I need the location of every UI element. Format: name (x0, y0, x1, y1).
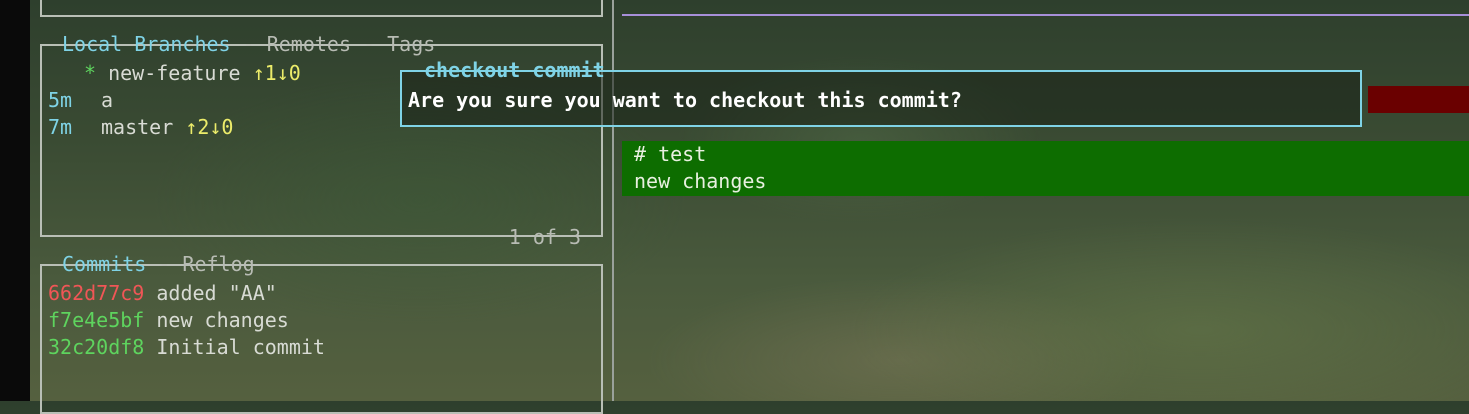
commit-row[interactable]: f7e4e5bf new changes (48, 307, 289, 333)
dialog-title: checkout commit (424, 58, 605, 82)
commit-message: new changes (156, 308, 289, 332)
branch-name: new-feature (108, 61, 241, 85)
dialog-message: Are you sure you want to checkout this c… (408, 88, 962, 112)
tab-separator: - (230, 32, 267, 56)
main-panel-divider (612, 0, 614, 401)
tab-remotes[interactable]: Remotes (267, 32, 351, 56)
main-panel-top-border (622, 14, 1469, 16)
tab-separator: - (146, 252, 183, 276)
branches-panel-tabs: Local Branches - Remotes - Tags (60, 32, 437, 56)
diff-line: # test (634, 142, 707, 166)
commit-message: added "AA" (156, 281, 277, 305)
tab-commits[interactable]: Commits (62, 252, 146, 276)
window-edge (0, 0, 30, 401)
tab-separator: - (351, 32, 388, 56)
branch-row-a[interactable]: 5m a (48, 87, 113, 113)
branch-name: a (101, 88, 114, 112)
commits-panel[interactable]: Commits - Reflog 662d77c9 added "AA" f7e… (40, 252, 603, 414)
branch-row-new-feature[interactable]: * new-feature ↑1↓0 (48, 60, 301, 86)
tab-local-branches[interactable]: Local Branches (62, 32, 231, 56)
tab-reflog[interactable]: Reflog (182, 252, 254, 276)
tab-tags[interactable]: Tags (387, 32, 435, 56)
commit-hash: f7e4e5bf (48, 308, 145, 332)
branch-age: 5m (48, 88, 73, 112)
branch-row-master[interactable]: 7m master ↑2↓0 (48, 114, 233, 140)
commit-row[interactable]: 32c20df8 Initial commit (48, 334, 325, 360)
branch-tracking-status: ↑2↓0 (185, 115, 234, 139)
commit-message: Initial commit (156, 335, 325, 359)
commits-panel-tabs: Commits - Reflog (60, 252, 257, 276)
branches-pager: 1 of 3 (508, 225, 581, 249)
diff-line: new changes (634, 169, 767, 193)
commit-hash: 32c20df8 (48, 335, 145, 359)
diff-added-block: # test new changes (622, 141, 1469, 196)
current-branch-marker: * (84, 61, 97, 85)
status-panel[interactable] (40, 0, 603, 17)
commit-hash: 662d77c9 (48, 281, 145, 305)
commit-row[interactable]: 662d77c9 added "AA" (48, 280, 277, 306)
checkout-commit-dialog[interactable]: checkout commit Are you sure you want to… (400, 58, 1362, 127)
branch-age: 7m (48, 115, 73, 139)
diff-removed-indicator (1368, 86, 1469, 113)
branch-name: master (101, 115, 174, 139)
branch-tracking-status: ↑1↓0 (252, 61, 301, 85)
